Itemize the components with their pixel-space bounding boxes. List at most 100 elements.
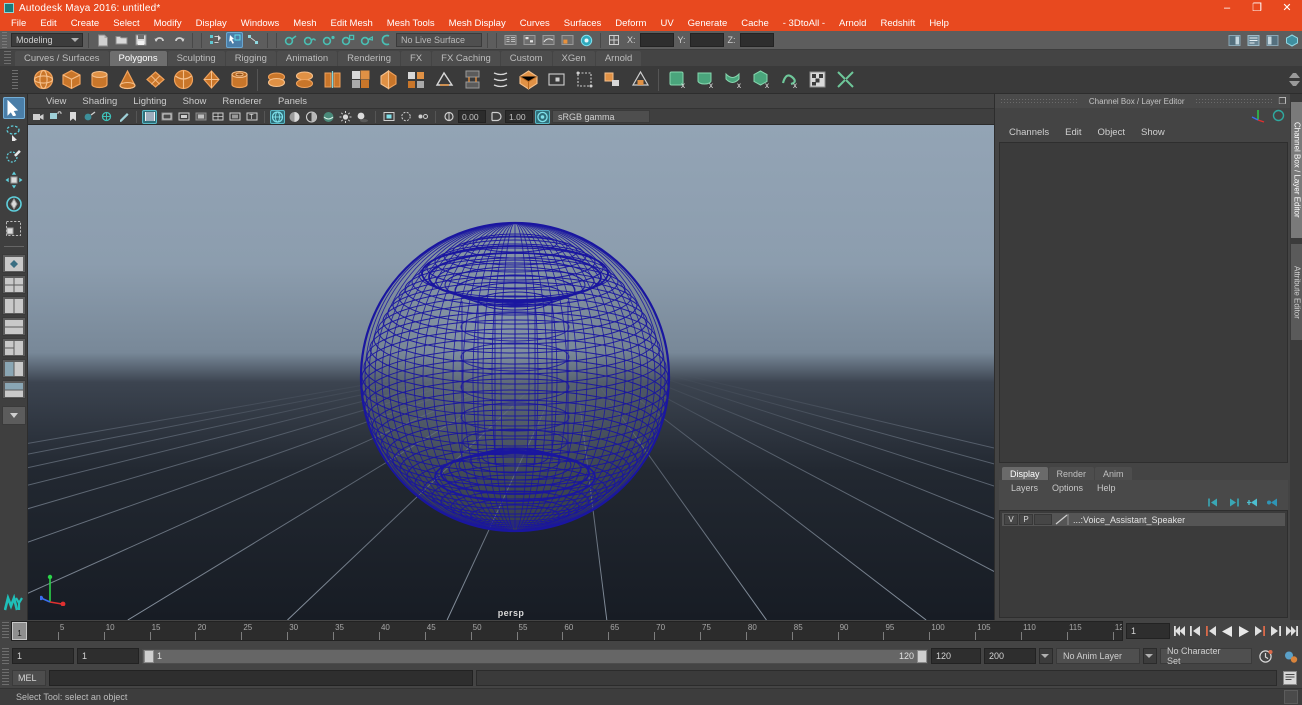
layer-menu-layers[interactable]: Layers [1004, 483, 1045, 493]
xray-joints-icon[interactable] [415, 110, 430, 124]
poly-cube-icon[interactable] [58, 67, 84, 92]
open-scene-icon[interactable] [113, 32, 130, 48]
voice-assistant-speaker-model[interactable] [350, 217, 680, 537]
manipulator-rotate-icon[interactable] [1271, 108, 1286, 123]
toggle-channel-box-icon[interactable] [1283, 32, 1300, 48]
make-live-icon[interactable] [377, 32, 394, 48]
poly-bevel-icon[interactable] [431, 67, 457, 92]
viewport-menu-view[interactable]: View [38, 96, 74, 107]
new-scene-icon[interactable] [94, 32, 111, 48]
paint-select-tool[interactable] [3, 145, 25, 167]
menu-mesh-tools[interactable]: Mesh Tools [380, 16, 442, 31]
wireframe-shading-icon[interactable] [270, 109, 285, 124]
poly-svg-icon[interactable] [571, 67, 597, 92]
use-all-lights-icon[interactable] [338, 110, 353, 124]
four-view-layout[interactable] [1, 275, 26, 294]
shelf-tab-sculpting[interactable]: Sculpting [167, 51, 225, 66]
perspective-viewport[interactable]: persp [28, 125, 994, 620]
lock-camera-icon[interactable] [48, 110, 63, 124]
show-render-view-icon[interactable] [559, 32, 576, 48]
layer-playback-toggle[interactable]: P [1019, 514, 1033, 525]
menu-select[interactable]: Select [106, 16, 146, 31]
smooth-shade-all-icon[interactable] [287, 110, 302, 124]
layer-tab-display[interactable]: Display [1002, 467, 1048, 480]
viewport-menu-show[interactable]: Show [175, 96, 215, 107]
animation-end-time-field[interactable]: 200 [984, 648, 1036, 664]
poly-cylinder-icon[interactable] [86, 67, 112, 92]
two-d-pan-zoom-icon[interactable] [99, 110, 114, 124]
menu-3dtoall[interactable]: - 3DtoAll - [776, 16, 832, 31]
shelf-tab-fx-caching[interactable]: FX Caching [432, 51, 500, 66]
shelf-gripper-2[interactable] [2, 67, 28, 92]
uv-cylindrical-icon[interactable]: x [692, 67, 718, 92]
step-back-key-icon[interactable] [1205, 624, 1218, 639]
layer-color-swatch[interactable] [1054, 514, 1070, 525]
panel-drag-handle-left[interactable] [1001, 98, 1078, 104]
menu-set-dropdown[interactable]: Modeling [11, 33, 83, 47]
anim-layer-menu-button[interactable] [1039, 648, 1053, 664]
help-line-icon[interactable] [1284, 690, 1298, 704]
command-input[interactable] [49, 669, 473, 686]
select-by-component-icon[interactable] [245, 32, 262, 48]
poly-smooth-icon[interactable] [347, 67, 373, 92]
manipulator-axis-icon[interactable] [1250, 108, 1266, 123]
select-tool[interactable] [2, 97, 25, 119]
viewport-menu-lighting[interactable]: Lighting [125, 96, 174, 107]
shelf-tab-rigging[interactable]: Rigging [225, 51, 276, 66]
menu-uv[interactable]: UV [653, 16, 680, 31]
channel-box-attribute-list[interactable] [999, 142, 1288, 463]
shelf-tab-fx[interactable]: FX [401, 51, 432, 66]
shelf-gripper[interactable] [4, 51, 11, 65]
step-back-frame-icon[interactable] [1189, 624, 1202, 639]
coord-x-input[interactable] [639, 33, 674, 47]
range-slider-gripper[interactable] [2, 647, 9, 665]
shelf-tab-rendering[interactable]: Rendering [338, 51, 400, 66]
character-set-menu-button[interactable] [1143, 648, 1157, 664]
shelf-tab-custom[interactable]: Custom [500, 51, 552, 66]
poly-cone-icon[interactable] [114, 67, 140, 92]
play-backwards-icon[interactable] [1221, 624, 1234, 639]
show-outliner-icon[interactable] [502, 32, 519, 48]
go-to-start-icon[interactable] [1173, 624, 1186, 639]
grease-pencil-icon[interactable] [116, 110, 131, 124]
hypershade-persp-layout[interactable] [1, 380, 26, 399]
shelf-tab-curves-surfaces[interactable]: Curves / Surfaces [15, 51, 109, 66]
channel-box-menu-object[interactable]: Object [1090, 127, 1133, 138]
range-end-handle[interactable] [917, 649, 927, 663]
side-tab-attribute-editor[interactable]: Attribute Editor [1290, 244, 1302, 340]
layer-list[interactable]: V P ...:Voice_Assistant_Speaker [999, 510, 1288, 618]
two-pane-stacked-layout[interactable] [1, 317, 26, 336]
menu-modify[interactable]: Modify [147, 16, 189, 31]
poly-pipe-icon[interactable] [226, 67, 252, 92]
scale-tool[interactable] [3, 217, 25, 239]
redo-icon[interactable] [170, 32, 187, 48]
resolution-gate-icon[interactable] [159, 110, 174, 124]
color-management-dropdown[interactable]: sRGB gamma [552, 110, 650, 123]
poly-type-icon[interactable] [543, 67, 569, 92]
coord-z-input[interactable] [739, 33, 774, 47]
channel-box-menu-edit[interactable]: Edit [1057, 127, 1089, 138]
poly-sculpt-icon[interactable] [599, 67, 625, 92]
step-forward-frame-icon[interactable] [1269, 624, 1282, 639]
channel-box-menu-channels[interactable]: Channels [1001, 127, 1057, 138]
save-scene-icon[interactable] [132, 32, 149, 48]
poly-platonic-icon[interactable] [515, 67, 541, 92]
menu-edit-mesh[interactable]: Edit Mesh [324, 16, 380, 31]
uv-contour-stretch-icon[interactable]: x [776, 67, 802, 92]
outliner-persp-layout[interactable] [1, 359, 26, 378]
uv-editor-icon[interactable] [804, 67, 830, 92]
three-pane-layout[interactable] [1, 338, 26, 357]
menu-curves[interactable]: Curves [513, 16, 557, 31]
layer-menu-help[interactable]: Help [1090, 483, 1123, 493]
uv-planar-icon[interactable]: x [664, 67, 690, 92]
menu-cache[interactable]: Cache [734, 16, 775, 31]
snap-to-grid-icon[interactable] [282, 32, 299, 48]
toggle-sidebar-icon[interactable] [1226, 32, 1243, 48]
menu-mesh-display[interactable]: Mesh Display [442, 16, 513, 31]
exposure-value[interactable]: 0.00 [458, 110, 486, 123]
textured-icon[interactable] [321, 110, 336, 124]
menu-windows[interactable]: Windows [234, 16, 287, 31]
live-surface-field[interactable]: No Live Surface [396, 33, 482, 47]
command-line-gripper[interactable] [2, 669, 9, 686]
time-slider-playhead[interactable]: 1 [12, 622, 27, 640]
